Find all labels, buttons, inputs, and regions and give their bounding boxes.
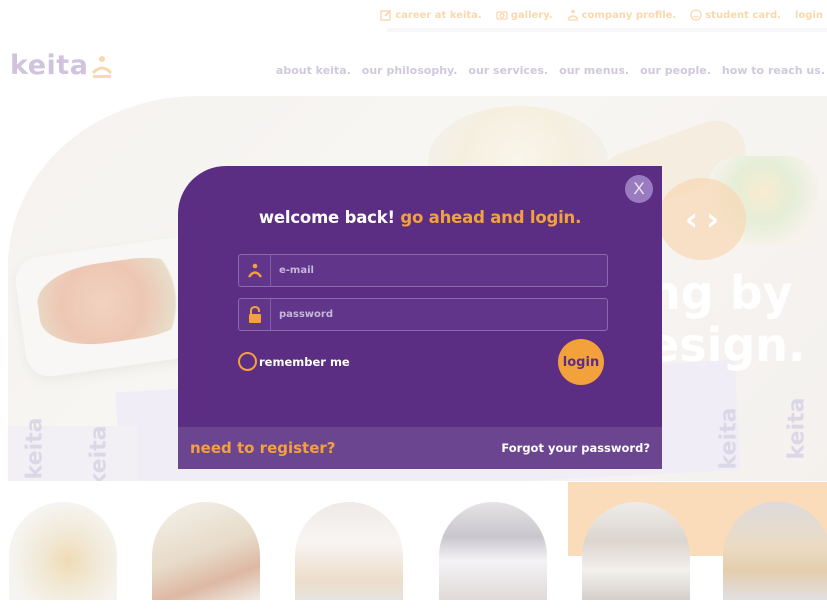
- heading-login-prompt: go ahead and login.: [400, 208, 582, 227]
- register-link[interactable]: need to register?: [190, 439, 336, 457]
- heading-welcome: welcome back!: [258, 208, 395, 227]
- password-field-wrapper: [238, 298, 608, 331]
- forgot-password-link[interactable]: Forgot your password?: [501, 441, 650, 455]
- page: career at keita. gallery. company profil…: [0, 0, 827, 611]
- password-field[interactable]: [271, 299, 607, 330]
- modal-heading: welcome back! go ahead and login.: [178, 208, 662, 227]
- email-field[interactable]: [271, 255, 607, 286]
- modal-footer: need to register? Forgot your password?: [178, 427, 662, 469]
- close-button[interactable]: X: [625, 175, 653, 203]
- login-button[interactable]: login: [558, 339, 604, 385]
- lock-icon: [239, 299, 271, 330]
- login-modal: X welcome back! go ahead and login. reme…: [178, 166, 662, 469]
- email-field-wrapper: [238, 254, 608, 287]
- user-icon: [239, 255, 271, 286]
- remember-me-label: remember me: [259, 354, 350, 369]
- remember-me-radio[interactable]: [238, 352, 257, 371]
- remember-me-option[interactable]: remember me: [238, 352, 350, 371]
